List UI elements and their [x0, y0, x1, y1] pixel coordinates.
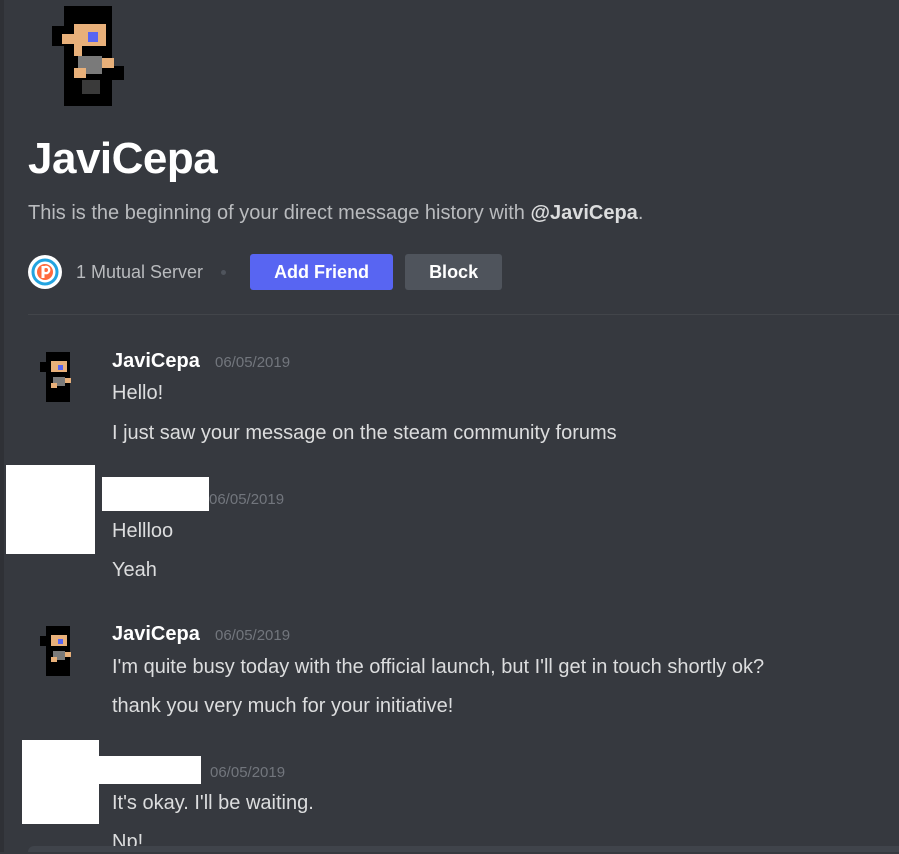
mutual-server-link[interactable]: 1 Mutual Server [76, 262, 203, 283]
redacted-author-name [102, 477, 209, 511]
javicepa-avatar-icon[interactable] [38, 352, 78, 402]
message-text: It's okay. I'll be waiting. [112, 792, 314, 814]
message-author[interactable]: JaviCepa [112, 623, 200, 646]
server-p-logo-icon[interactable] [28, 255, 62, 289]
message-text: Hellloo [112, 520, 174, 542]
left-edge-border [0, 0, 4, 852]
message-text: thank you very much for your initiative! [112, 695, 454, 717]
mutual-servers-row: 1 Mutual Server Add Friend Block [28, 254, 503, 290]
intro-suffix: . [637, 202, 644, 224]
pixel-character-avatar-icon [52, 6, 124, 106]
block-button[interactable]: Block [405, 254, 503, 290]
intro-handle: @JaviCepa [530, 202, 638, 224]
message-timestamp: 06/05/2019 [215, 627, 291, 644]
message-input-edge[interactable] [28, 846, 899, 852]
redacted-author-name [99, 756, 201, 784]
message-timestamp: 06/05/2019 [209, 491, 285, 508]
message-text: I'm quite busy today with the official l… [112, 656, 765, 678]
message-text: Hello! [112, 382, 164, 404]
dm-intro-text: This is the beginning of your direct mes… [28, 202, 643, 225]
message-timestamp: 06/05/2019 [210, 764, 286, 781]
add-friend-button[interactable]: Add Friend [250, 254, 394, 290]
header-divider [28, 314, 899, 315]
separator-dot [221, 269, 227, 275]
message-timestamp: 06/05/2019 [215, 354, 291, 371]
profile-name: JaviCepa [28, 134, 218, 183]
redacted-avatar [22, 740, 99, 824]
message-text: Yeah [112, 559, 157, 581]
message-text: I just saw your message on the steam com… [112, 422, 617, 444]
redacted-avatar [6, 465, 95, 554]
intro-prefix: This is the beginning of your direct mes… [28, 202, 531, 224]
javicepa-avatar-icon[interactable] [38, 626, 78, 676]
message-author[interactable]: JaviCepa [112, 350, 200, 373]
